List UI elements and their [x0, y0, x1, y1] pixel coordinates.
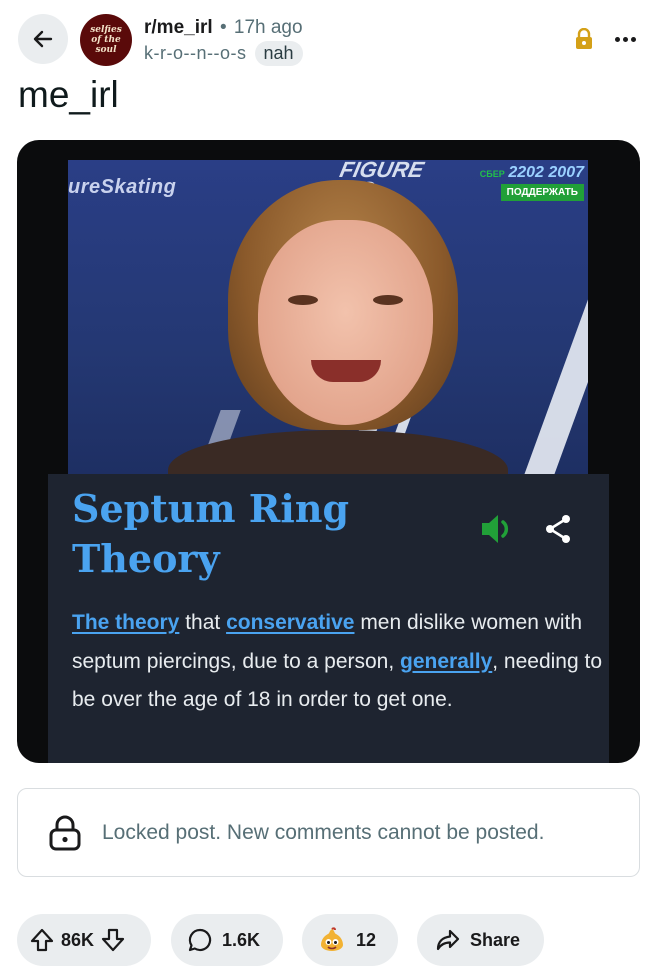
avatar-text: selfies of the soul — [90, 25, 122, 55]
definition-link-theory[interactable]: The theory — [72, 611, 179, 634]
vote-score: 86K — [61, 929, 95, 950]
upvote-button[interactable] — [29, 927, 55, 953]
speaker-icon[interactable] — [480, 512, 516, 551]
definition-title: Septum Ring Theory — [72, 486, 350, 581]
award-emoji-icon — [321, 927, 343, 951]
post-time: 17h ago — [233, 17, 303, 38]
award-button[interactable]: 12 — [302, 914, 398, 966]
back-button[interactable] — [18, 14, 68, 64]
person-face — [258, 220, 433, 425]
downvote-button[interactable] — [100, 927, 126, 953]
user-flair: nah — [254, 41, 303, 66]
person-eye-right — [373, 295, 403, 305]
lock-icon — [574, 27, 594, 55]
share-nodes-icon[interactable] — [544, 514, 572, 549]
share-arrow-icon — [436, 929, 460, 951]
definition-link-generally[interactable]: generally — [400, 650, 492, 673]
downvote-arrow-icon — [101, 928, 125, 952]
subreddit-name[interactable]: r/me_irl — [144, 17, 213, 38]
award-count: 12 — [356, 929, 377, 950]
arrow-left-icon — [33, 30, 53, 48]
comments-button[interactable]: 1.6K — [171, 914, 283, 966]
sber-number: 2202 2007 — [508, 164, 584, 181]
more-horizontal-icon — [614, 36, 620, 42]
separator-dot: • — [219, 17, 227, 38]
definition-text: The theory that conservative men dislike… — [72, 604, 602, 720]
subreddit-line: r/me_irl • 17h ago — [144, 17, 303, 39]
sber-label: СБЕР — [479, 169, 505, 179]
share-label: Share — [470, 929, 521, 950]
definition-card: Septum Ring Theory The theory that conse… — [48, 474, 609, 763]
share-button[interactable]: Share — [417, 914, 544, 966]
person-mouth — [311, 360, 381, 382]
video-frame: ureSkating FIGURE ING СБЕР 2202 2007 ПОД… — [68, 160, 588, 474]
definition-link-conservative[interactable]: conservative — [226, 611, 354, 634]
more-options-button[interactable] — [607, 24, 643, 54]
person-eye-left — [288, 295, 318, 305]
vote-bar: 86K — [17, 914, 151, 966]
locked-notice: Locked post. New comments cannot be post… — [17, 788, 640, 877]
sber-support: ПОДДЕРЖАТЬ — [500, 184, 584, 201]
post-media[interactable]: ureSkating FIGURE ING СБЕР 2202 2007 ПОД… — [17, 140, 640, 763]
comment-count: 1.6K — [222, 929, 261, 950]
subreddit-avatar[interactable]: selfies of the soul — [80, 14, 132, 66]
lock-icon — [49, 815, 81, 850]
author-line: k-r-o--n--o-s nah — [144, 41, 303, 66]
definition-text-1: that — [179, 611, 227, 634]
locked-notice-text: Locked post. New comments cannot be post… — [102, 820, 545, 844]
comment-bubble-icon — [188, 928, 212, 952]
watermark-sber: СБЕР 2202 2007 ПОДДЕРЖАТЬ — [480, 164, 584, 201]
watermark-left: ureSkating — [68, 176, 177, 198]
post-title[interactable]: me_irl — [18, 74, 119, 116]
author-username[interactable]: k-r-o--n--o-s — [144, 43, 247, 64]
upvote-arrow-icon — [30, 928, 54, 952]
